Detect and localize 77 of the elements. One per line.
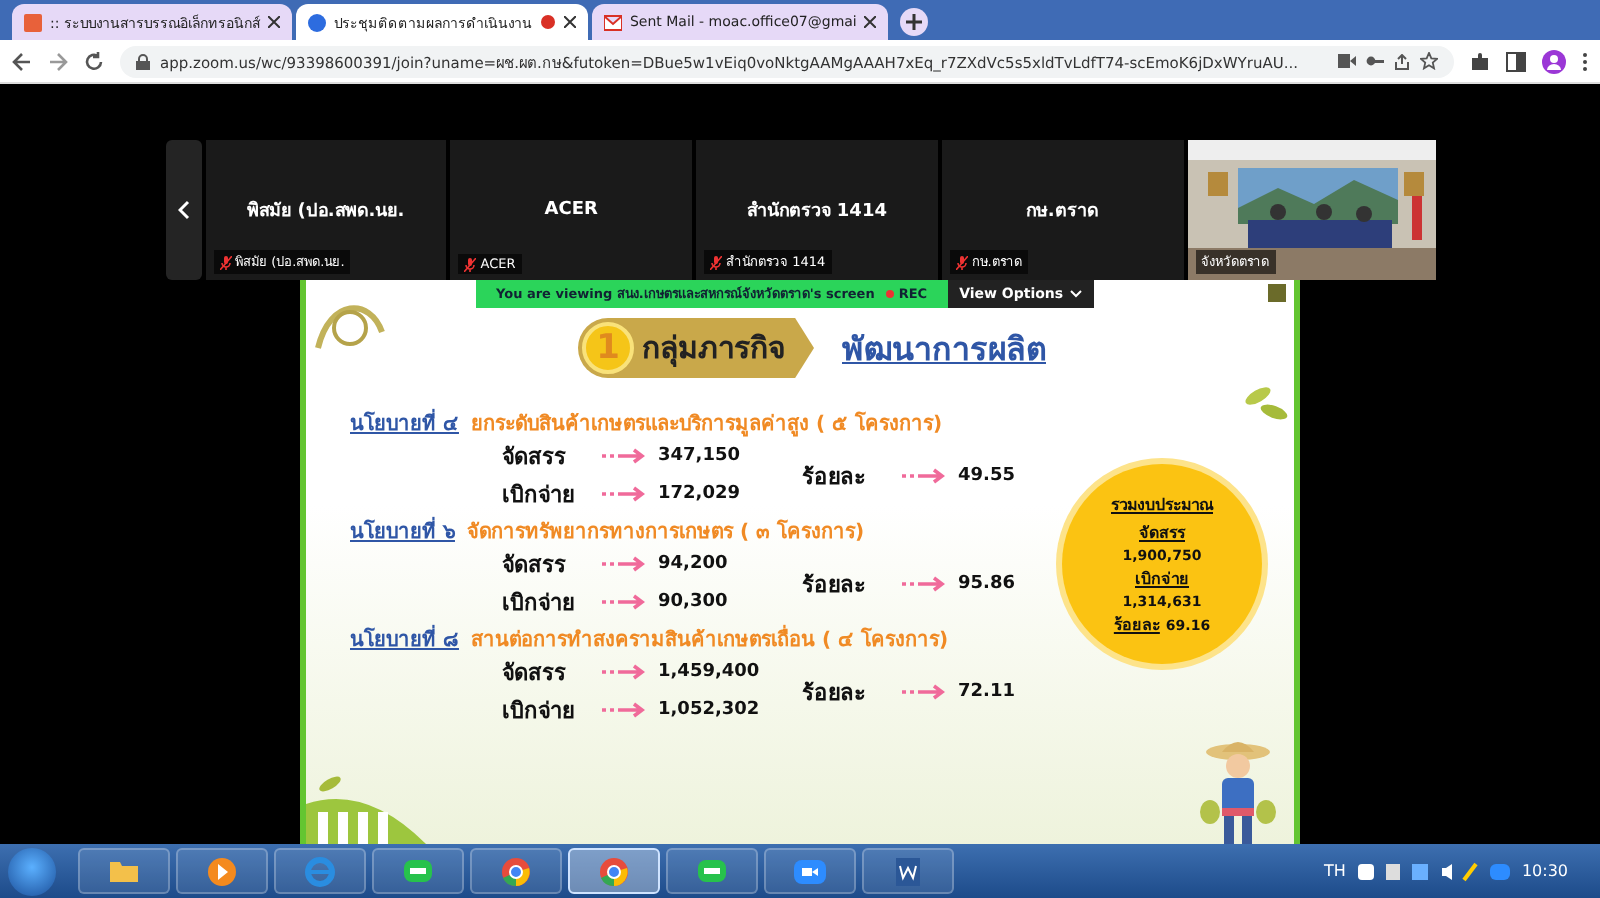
percent-label: ร้อยละ (802, 569, 868, 601)
mail-icon (603, 13, 622, 31)
arrow-icon (602, 486, 646, 502)
policy-label: นโยบายที่ ๘ (350, 624, 459, 654)
budget-value: 90,300 (658, 592, 728, 612)
summary-label: เบิกจ่าย (1135, 567, 1189, 591)
slide-title: พัฒนาการผลิต (842, 327, 1046, 371)
budget-label: จัดสรร (502, 442, 568, 474)
arrow-icon (902, 467, 946, 483)
document-icon (24, 13, 42, 31)
plus-icon (906, 14, 923, 30)
budget-label: เบิกจ่าย (502, 588, 576, 620)
record-dot-icon (886, 290, 895, 298)
policy-title: จัดการทรัพยากรทางการเกษตร ( ๓ โครงการ) (466, 517, 865, 546)
document-w-icon (890, 853, 926, 889)
play-icon (204, 853, 240, 889)
key-icon[interactable] (1366, 54, 1384, 68)
budget-value: 1,459,400 (658, 662, 760, 682)
back-arrow-icon[interactable] (12, 51, 32, 71)
close-icon[interactable] (267, 16, 280, 28)
arrow-icon (602, 448, 646, 464)
chrome-icon (596, 853, 632, 889)
percent-label: ร้อยละ (802, 461, 868, 493)
participant-name: สำนักตรวจ 1414 (746, 198, 887, 224)
close-icon[interactable] (864, 16, 877, 28)
budget-value: 94,200 (658, 554, 728, 574)
chevron-left-icon (177, 200, 189, 220)
policy-title: ยกระดับสินค้าเกษตรและบริการมูลค่าสูง ( ๕ โครงการ) (470, 409, 943, 438)
forward-arrow-icon[interactable] (48, 51, 68, 71)
chevron-down-icon (1069, 290, 1082, 298)
arrow-icon (602, 556, 646, 572)
start-button[interactable] (8, 847, 56, 895)
arrow-icon (902, 683, 946, 699)
reload-icon[interactable] (84, 51, 104, 71)
summary-label: ร้อยละ (1113, 613, 1160, 637)
zoom-logo-icon (307, 13, 326, 31)
arrow-icon (602, 702, 646, 718)
participant-name: ACER (544, 200, 598, 220)
chrome-icon (498, 853, 534, 889)
summary-label: จัดสรร (1139, 521, 1185, 545)
percent-value: 49.55 (958, 465, 1015, 485)
percent-value: 95.86 (958, 573, 1015, 593)
share-icon[interactable] (1394, 53, 1410, 69)
new-tab-button[interactable] (900, 8, 929, 36)
sidebar-icon[interactable] (1506, 51, 1526, 71)
policy-title: สานต่อการทำสงครามสินค้าเกษตรเถื่อน ( ๔ โครงการ) (470, 624, 949, 654)
percent-value: 72.11 (958, 681, 1015, 701)
lock-icon (136, 53, 150, 69)
budget-label: เบิกจ่าย (502, 480, 576, 512)
percent-label: ร้อยละ (802, 677, 868, 709)
policy-label: นโยบายที่ ๔ (350, 408, 459, 438)
arrow-icon (602, 594, 646, 610)
star-icon[interactable] (1420, 52, 1438, 70)
close-icon[interactable] (563, 16, 576, 28)
avatar-icon[interactable] (1542, 49, 1566, 73)
summary-title: รวมงบประมาณ (1111, 493, 1213, 517)
clock[interactable]: 10:30 (1521, 862, 1568, 880)
budget-label: เบิกจ่าย (502, 696, 576, 728)
participant-name: พิสมัย (ปอ.สพด.นย. (247, 198, 405, 224)
taskbar-button[interactable] (568, 848, 660, 894)
browser-e-icon (302, 853, 338, 889)
arrow-icon (902, 575, 946, 591)
menu-icon[interactable] (1582, 51, 1588, 71)
participant-name: กษ.ตราด (1025, 200, 1099, 224)
budget-value: 1,052,302 (658, 700, 760, 720)
number-coin: 1 (582, 322, 634, 374)
policy-label: นโยบายที่ ๖ (350, 516, 455, 546)
farmer-figure (1198, 736, 1278, 844)
budget-value: 172,029 (658, 484, 740, 504)
group-heading: กลุ่มภารกิจ (642, 328, 786, 371)
tray-icons-drawing[interactable] (1357, 861, 1478, 881)
language-indicator[interactable]: TH (1324, 862, 1346, 880)
budget-label: จัดสรร (502, 658, 568, 690)
budget-value: 347,150 (658, 446, 740, 466)
camera-icon[interactable] (1338, 54, 1356, 68)
arrow-icon (602, 664, 646, 680)
budget-label: จัดสรร (502, 550, 568, 582)
